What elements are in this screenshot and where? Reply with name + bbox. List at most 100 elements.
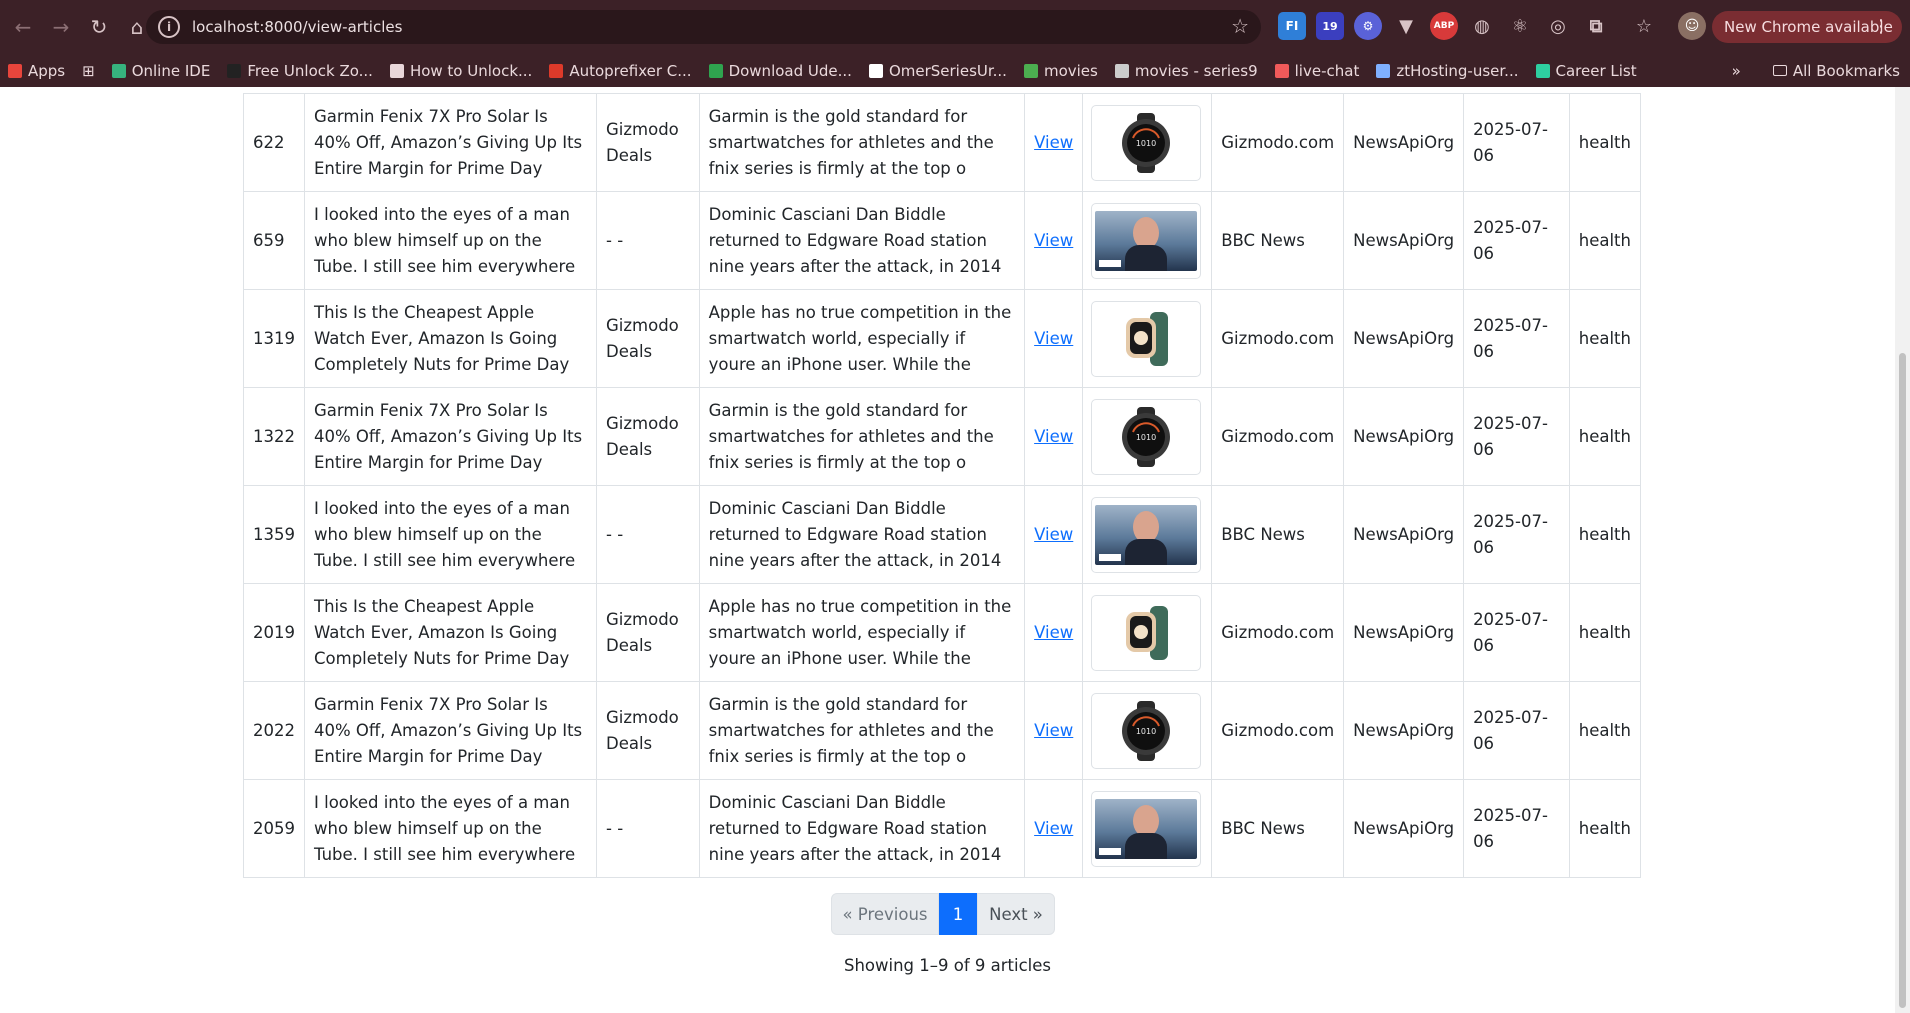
more-menu-icon[interactable]: ⋮ (1872, 16, 1890, 37)
profile-avatar[interactable]: ☺ (1678, 12, 1706, 40)
bookmark-item[interactable]: movies (1023, 62, 1098, 80)
bookmark-star-icon[interactable]: ☆ (1231, 14, 1249, 38)
scrollbar-thumb[interactable] (1899, 353, 1906, 1008)
view-link[interactable]: View (1034, 819, 1073, 838)
article-author: Gizmodo Deals (606, 609, 679, 655)
garmin-watch-image: 1010 (1122, 112, 1171, 173)
thumbnail-frame (1091, 790, 1202, 867)
article-author-cell: - - (596, 485, 700, 584)
folder-icon (1772, 65, 1787, 76)
counter-extension-icon[interactable]: 19 (1316, 12, 1344, 40)
bookmark-item[interactable]: Autoprefixer C... (549, 62, 692, 80)
view-link[interactable]: View (1034, 721, 1073, 740)
thumbnail-frame: 1010 (1091, 104, 1202, 181)
target-icon[interactable]: ◎ (1544, 12, 1572, 40)
article-category-cell: health (1568, 289, 1642, 388)
extension-badge: 19 (1322, 19, 1338, 33)
article-image-cell: 1010 (1082, 387, 1213, 486)
article-title: Garmin Fenix 7X Pro Solar Is 40% Off, Am… (314, 106, 583, 178)
article-date: 2025-07-06 (1473, 707, 1548, 753)
article-link-cell: View (1024, 93, 1084, 192)
article-api-cell: NewsApiOrg (1343, 681, 1465, 780)
article-description: Garmin is the gold standard for smartwat… (708, 694, 994, 766)
previous-page-button[interactable]: « Previous (831, 893, 939, 935)
adblock-icon[interactable]: ABP (1430, 12, 1458, 40)
article-image-cell (1082, 191, 1213, 290)
article-description-cell: Dominic Casciani Dan Biddle returned to … (698, 191, 1026, 290)
article-category: health (1578, 720, 1631, 740)
current-page-button[interactable]: 1 (939, 893, 977, 935)
article-source: BBC News (1221, 524, 1305, 544)
bookmark-item[interactable]: Download Ude... (708, 62, 852, 80)
bookmark-item[interactable]: Free Unlock Zo... (227, 62, 373, 80)
bookmarks-bar: Apps ⊞ Online IDE Free Unlock Zo... How to U… (0, 54, 1910, 87)
new-chrome-button[interactable]: New Chrome available ⋮ (1712, 11, 1902, 43)
article-title: Garmin Fenix 7X Pro Solar Is 40% Off, Am… (314, 694, 583, 766)
view-link[interactable]: View (1034, 623, 1073, 642)
reload-icon[interactable]: ↻ (84, 12, 114, 42)
article-link-cell: View (1024, 289, 1084, 388)
view-link[interactable]: View (1034, 133, 1073, 152)
article-id-cell: 659 (243, 191, 305, 290)
table-row: 2019 This Is the Cheapest Apple Watch Eve… (243, 583, 1642, 682)
address-bar[interactable]: i localhost:8000/view-articles ☆ (146, 10, 1261, 44)
tab-groups-icon[interactable]: ⊞ (82, 62, 95, 80)
page-scrollbar[interactable] (1895, 87, 1910, 1013)
bookmark-item[interactable]: OmerSeriesUr... (868, 62, 1007, 80)
pagination: « Previous 1 Next » (831, 893, 1055, 935)
bookmarks-overflow-icon[interactable]: » (1732, 62, 1741, 80)
bookmark-item[interactable]: Career List (1535, 62, 1637, 80)
article-title: I looked into the eyes of a man who blew… (314, 204, 576, 276)
article-title-cell: I looked into the eyes of a man who blew… (304, 191, 597, 290)
bookmark-item[interactable]: Online IDE (111, 62, 210, 80)
extensions-bar: FI 19 ⚙ ▼ ABP ◍ ⚛ ◎ ⧉ ☆ ☺ (1278, 12, 1706, 40)
article-author: Gizmodo Deals (606, 413, 679, 459)
forward-icon[interactable]: → (46, 12, 76, 42)
back-icon[interactable]: ← (8, 12, 38, 42)
view-link[interactable]: View (1034, 525, 1073, 544)
article-date: 2025-07-06 (1473, 217, 1548, 263)
article-api-cell: NewsApiOrg (1343, 93, 1465, 192)
bookmark-favicon-icon (8, 63, 22, 78)
react-devtools-icon[interactable]: ⚛ (1506, 12, 1534, 40)
globe-icon[interactable]: ◍ (1468, 12, 1496, 40)
view-link[interactable]: View (1034, 329, 1073, 348)
view-link[interactable]: View (1034, 231, 1073, 250)
article-id-cell: 2022 (243, 681, 305, 780)
article-date: 2025-07-06 (1473, 609, 1548, 655)
bookmark-item[interactable]: How to Unlock... (389, 62, 532, 80)
article-title: This Is the Cheapest Apple Watch Ever, A… (314, 596, 570, 668)
reading-list-star-icon[interactable]: ☆ (1630, 12, 1658, 40)
article-id-cell: 1319 (243, 289, 305, 388)
article-source-cell: Gizmodo.com (1211, 93, 1345, 192)
article-category: health (1578, 426, 1631, 446)
puzzle-extensions-icon[interactable]: ⧉ (1582, 12, 1610, 40)
article-date: 2025-07-06 (1473, 119, 1548, 165)
table-row: 2059 I looked into the eyes of a man who … (243, 779, 1642, 878)
article-date-cell: 2025-07-06 (1463, 681, 1570, 780)
article-api: NewsApiOrg (1353, 230, 1455, 250)
bookmark-item[interactable]: ztHosting-user... (1376, 62, 1519, 80)
article-description-cell: Dominic Casciani Dan Biddle returned to … (698, 485, 1026, 584)
bookmark-item[interactable]: Apps (8, 62, 65, 80)
fi-extension-icon[interactable]: FI (1278, 12, 1306, 40)
article-category: health (1578, 132, 1631, 152)
thumbnail-frame (1091, 300, 1202, 377)
article-description: Apple has no true competition in the sma… (708, 596, 1012, 668)
vue-extension-icon[interactable]: ▼ (1392, 12, 1420, 40)
bookmark-item[interactable]: live-chat (1274, 62, 1359, 80)
article-description-cell: Apple has no true competition in the sma… (698, 583, 1026, 682)
next-page-button[interactable]: Next » (977, 893, 1055, 935)
view-link[interactable]: View (1034, 427, 1073, 446)
gear-extension-icon[interactable]: ⚙ (1354, 12, 1382, 40)
article-category-cell: health (1568, 583, 1642, 682)
article-category-cell: health (1568, 387, 1642, 486)
bookmark-item[interactable]: movies - series9 (1114, 62, 1258, 80)
article-author-cell: Gizmodo Deals (596, 387, 700, 486)
site-info-icon[interactable]: i (158, 16, 180, 38)
article-api: NewsApiOrg (1353, 818, 1455, 838)
all-bookmarks-label[interactable]: All Bookmarks (1793, 62, 1900, 80)
article-image-cell (1082, 485, 1213, 584)
bookmark-favicon-icon (227, 63, 242, 78)
article-description-cell: Garmin is the gold standard for smartwat… (698, 93, 1026, 192)
